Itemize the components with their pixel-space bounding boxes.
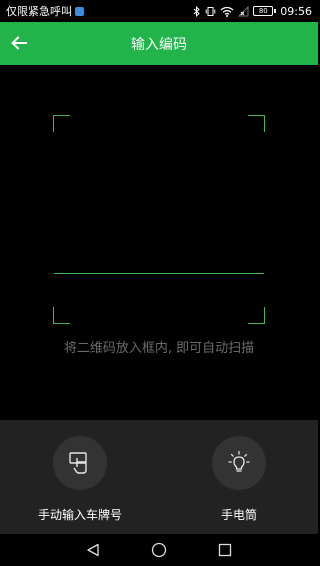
bottom-panel: 手动输入车牌号 手电筒 [0, 420, 318, 534]
frame-corner-top-right [248, 115, 265, 132]
circle-home-icon [151, 542, 167, 558]
wifi-icon [220, 6, 234, 17]
clock: 09:56 [280, 4, 312, 18]
navigation-bar [0, 534, 318, 566]
flashlight-label: 手电筒 [220, 508, 257, 522]
scan-line [54, 273, 264, 274]
status-icons: 80 09:56 [193, 5, 312, 18]
manual-input-button[interactable]: 手动输入车牌号 [15, 436, 145, 523]
square-recents-icon [218, 543, 232, 557]
bluetooth-icon [193, 5, 201, 17]
carrier-text: 仅限紧急呼叫 [6, 5, 72, 18]
manual-input-label: 手动输入车牌号 [37, 508, 122, 522]
frame-corner-bottom-left [53, 307, 70, 324]
scanner-viewfinder: 将二维码放入框内, 即可自动扫描 [0, 65, 318, 420]
carrier-info: 仅限紧急呼叫 [6, 3, 84, 19]
signal-icon [238, 5, 249, 17]
flashlight-button[interactable]: 手电筒 [174, 436, 304, 523]
frame-corner-top-left [53, 115, 70, 132]
manual-input-circle [53, 436, 107, 490]
page-title: 输入编码 [131, 36, 187, 53]
lightbulb-icon [228, 450, 250, 472]
status-bar: 仅限紧急呼叫 80 09:56 [0, 0, 318, 22]
scan-hint: 将二维码放入框内, 即可自动扫描 [63, 341, 255, 356]
hand-pointer-icon [69, 452, 87, 474]
back-button[interactable] [9, 33, 29, 53]
arrow-left-icon [11, 36, 27, 50]
nav-recents-button[interactable] [214, 539, 236, 561]
battery-icon: 80 [253, 6, 277, 16]
vibrate-icon [205, 6, 216, 17]
battery-level: 80 [258, 6, 268, 15]
notification-icon [75, 6, 84, 16]
nav-back-button[interactable] [82, 539, 104, 561]
nav-home-button[interactable] [148, 539, 170, 561]
frame-corner-bottom-right [248, 307, 265, 324]
app-bar: 输入编码 [0, 22, 318, 65]
flashlight-circle [212, 436, 266, 490]
triangle-back-icon [87, 543, 99, 557]
